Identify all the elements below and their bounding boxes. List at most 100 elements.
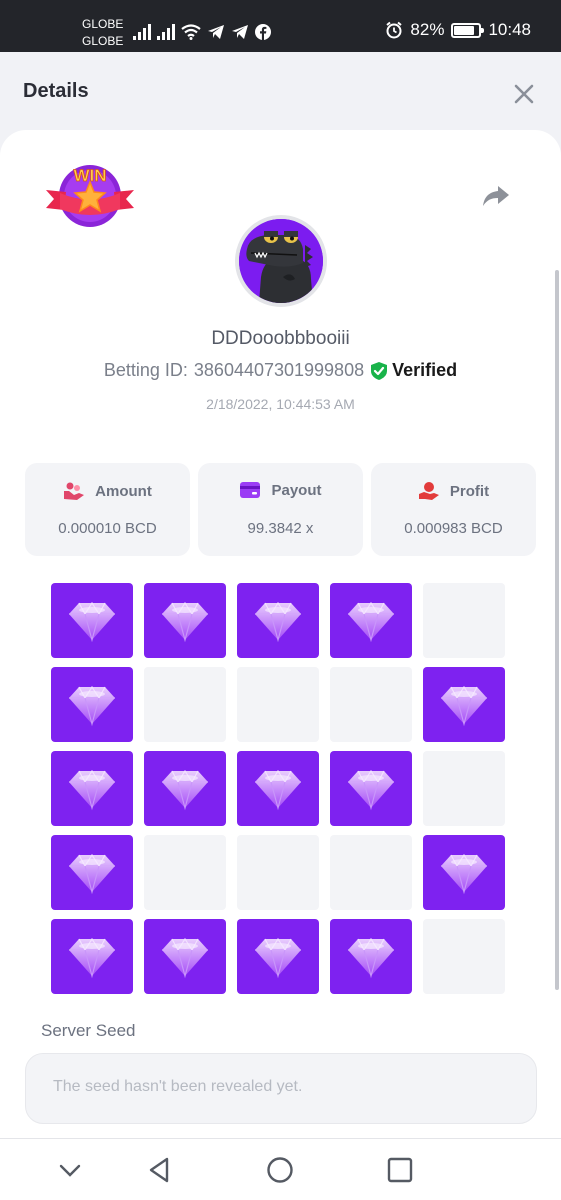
tile-empty [330,835,412,910]
tile-gem [423,835,505,910]
stat-payout-header: Payout [198,481,363,499]
stat-payout: Payout 99.3842 x [198,463,363,556]
tile-empty [423,583,505,658]
stat-profit-value: 0.000983 BCD [404,520,503,537]
home-icon[interactable] [265,1155,295,1185]
tile-empty [237,835,319,910]
gem-icon [162,601,208,642]
svg-text:WIN: WIN [73,166,106,185]
stat-profit-header: Profit [371,481,536,501]
avatar [235,215,327,307]
telegram-icon [232,25,248,39]
tile-gem [144,751,226,826]
system-nav-bar [0,1138,561,1200]
tile-gem [237,751,319,826]
tile-empty [144,667,226,742]
username: DDDooobbbooiii [211,328,350,349]
crocodile-avatar-icon [239,219,323,303]
mines-grid [51,583,507,994]
chevron-down-icon[interactable] [55,1155,85,1185]
shield-check-icon [371,361,388,380]
battery-icon [451,22,485,38]
stat-amount-value: 0.000010 BCD [58,520,157,537]
stat-profit-label: Profit [449,482,490,500]
bet-timestamp: 2/18/2022, 10:44:53 AM [206,396,355,412]
stat-amount-label: Amount [95,482,152,500]
clock: 10:48 [488,20,531,39]
battery-level [454,25,475,35]
card-icon [240,482,261,498]
gem-icon [255,769,301,810]
signal-icon [157,24,175,40]
tile-empty [237,667,319,742]
alarm-icon [386,21,403,39]
tile-empty [330,667,412,742]
tile-empty [144,835,226,910]
close-icon[interactable] [510,80,538,108]
gem-icon [69,685,115,726]
betting-id-value: 38604407301999808 [193,360,365,380]
details-card: WIN DDDooobbbooiii Betting ID: 386044073… [0,130,561,1140]
header: Details [0,52,561,132]
telegram-icon [208,25,224,39]
battery-percent: 82% [410,20,445,39]
status-icons [133,22,271,42]
win-badge: WIN [44,162,136,232]
hand-coin-icon [418,482,439,500]
gem-icon [441,685,487,726]
page-title: Details [23,80,89,102]
status-bar: GLOBE GLOBE 82% 10:48 [0,0,561,52]
carrier-labels: GLOBE GLOBE [82,16,123,50]
tile-gem [51,835,133,910]
gem-icon [348,601,394,642]
tile-gem [237,919,319,994]
status-right: 82% 10:48 [385,20,531,40]
carrier-2: GLOBE [82,34,124,48]
gem-icon [69,769,115,810]
tile-gem [237,583,319,658]
wifi-icon [181,24,201,40]
tile-gem [51,751,133,826]
back-icon[interactable] [145,1155,175,1185]
scrollbar[interactable] [555,270,559,990]
facebook-icon [255,24,271,40]
stat-profit: Profit 0.000983 BCD [371,463,536,556]
stat-amount: Amount 0.000010 BCD [25,463,190,556]
coins-icon [64,482,85,500]
verified-label: Verified [392,360,458,380]
signal-icon [133,24,151,40]
tile-empty [423,919,505,994]
carrier-1: GLOBE [82,17,124,31]
betting-id-row: Betting ID: 38604407301999808 Verified [0,360,561,381]
server-seed-label: Server Seed [41,1021,136,1040]
gem-icon [69,937,115,978]
betting-id-label: Betting ID: [103,360,188,380]
tile-empty [423,751,505,826]
recents-icon[interactable] [385,1155,415,1185]
gem-icon [348,937,394,978]
tile-gem [144,919,226,994]
tile-gem [330,919,412,994]
gem-icon [441,853,487,894]
gem-icon [162,769,208,810]
tile-gem [51,919,133,994]
tile-gem [423,667,505,742]
gem-icon [255,937,301,978]
tile-gem [51,583,133,658]
server-seed-field[interactable]: The seed hasn't been revealed yet. [25,1053,537,1124]
stats-row: Amount 0.000010 BCD Payout 99.3842 x Pro… [25,463,537,556]
gem-icon [255,601,301,642]
verified-badge: Verified [370,360,457,381]
stat-payout-value: 99.3842 x [247,520,314,537]
tile-gem [330,751,412,826]
server-seed-placeholder: The seed hasn't been revealed yet. [53,1078,303,1095]
share-icon[interactable] [482,184,510,208]
gem-icon [69,853,115,894]
tile-gem [51,667,133,742]
gem-icon [348,769,394,810]
stat-amount-header: Amount [25,481,190,501]
gem-icon [69,601,115,642]
gem-icon [162,937,208,978]
win-badge-icon: WIN [46,165,134,227]
stat-payout-label: Payout [271,481,322,499]
